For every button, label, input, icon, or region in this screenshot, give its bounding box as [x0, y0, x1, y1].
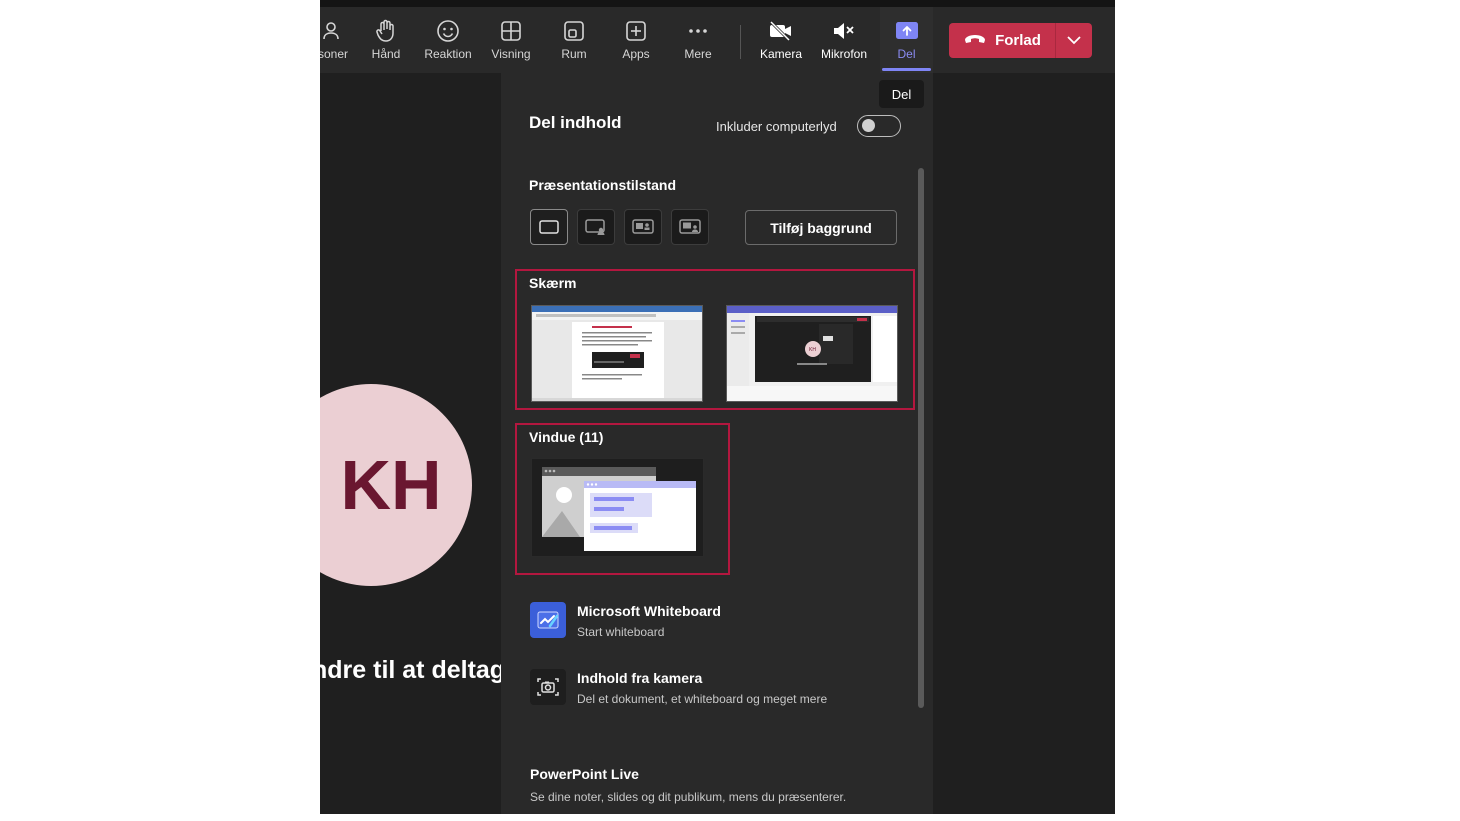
plus-square-icon [625, 19, 647, 43]
presenter-mode-title: Præsentationstilstand [529, 177, 677, 193]
leave-options-dropdown[interactable] [1056, 23, 1092, 58]
window-placeholder-illustration [532, 459, 703, 556]
toolbar-rooms-button[interactable]: Rum [554, 7, 594, 73]
toolbar-separator [740, 25, 741, 59]
panel-scrollbar[interactable] [918, 168, 924, 708]
toolbar-apps-label: Apps [622, 47, 650, 61]
hand-icon [375, 19, 397, 43]
share-content-panel: Del indhold Inkluder computerlyd Præsent… [501, 73, 933, 814]
content-only-icon [539, 220, 559, 234]
phone-hangup-icon [963, 32, 987, 50]
mode-side-by-side-button[interactable] [624, 209, 662, 245]
screen-2-thumbnail[interactable]: KH [726, 305, 898, 402]
smiley-icon [436, 19, 460, 43]
toolbar-people-label: soner [320, 47, 349, 61]
mic-muted-icon [831, 19, 857, 43]
toolbar-hand-button[interactable]: Hånd [364, 7, 408, 73]
add-background-button[interactable]: Tilføj baggrund [745, 210, 897, 245]
toolbar-camera-button[interactable]: Kamera [756, 7, 806, 73]
camera-content-option-subtitle: Del et dokument, et whiteboard og meget … [577, 692, 828, 706]
svg-text:KH: KH [809, 347, 816, 353]
window-section-label: Vindue (11) [529, 429, 604, 445]
share-tooltip: Del [879, 80, 924, 108]
camera-content-option-title[interactable]: Indhold fra kamera [577, 670, 702, 686]
toolbar-view-button[interactable]: Visning [486, 7, 536, 73]
toolbar-view-label: Visning [491, 47, 531, 61]
rooms-icon [563, 19, 585, 43]
people-icon [322, 19, 344, 43]
mode-reporter-button[interactable] [671, 209, 709, 245]
leave-button-group: Forlad [949, 23, 1092, 58]
participant-avatar: KH [320, 384, 472, 586]
toolbar-camera-label: Kamera [759, 47, 803, 61]
screen-1-preview [532, 306, 702, 401]
meeting-toolbar: soner Hånd Reaktion Visning Rum Apps Mer… [320, 7, 1115, 73]
reporter-icon [679, 219, 701, 234]
camera-off-icon [768, 19, 794, 43]
include-audio-toggle[interactable] [857, 115, 901, 137]
include-audio-label: Inkluder computerlyd [716, 119, 837, 134]
camera-content-icon [530, 669, 566, 705]
powerpoint-live-title[interactable]: PowerPoint Live [530, 766, 639, 782]
panel-title: Del indhold [529, 113, 622, 132]
toolbar-more-button[interactable]: Mere [678, 7, 718, 73]
toolbar-microphone-label: Mikrofon [820, 47, 867, 61]
mode-standout-button[interactable] [577, 209, 615, 245]
teams-meeting-window: soner Hånd Reaktion Visning Rum Apps Mer… [320, 0, 1115, 814]
mode-content-only-button[interactable] [530, 209, 568, 245]
grid-icon [500, 19, 522, 43]
title-strip [320, 0, 1115, 7]
whiteboard-option-subtitle: Start whiteboard [577, 625, 665, 639]
screen-section-label: Skærm [529, 275, 577, 291]
active-indicator [882, 68, 931, 71]
toolbar-apps-button[interactable]: Apps [616, 7, 656, 73]
toolbar-share-label: Del [897, 47, 916, 61]
side-by-side-icon [632, 219, 654, 234]
window-thumbnail[interactable] [531, 458, 704, 557]
whiteboard-icon [530, 602, 566, 638]
toolbar-reaction-label: Reaktion [424, 47, 472, 61]
whiteboard-option-title[interactable]: Microsoft Whiteboard [577, 603, 721, 619]
invite-text: ndre til at deltag [320, 656, 506, 684]
avatar-initials: KH [340, 446, 442, 524]
toolbar-microphone-button[interactable]: Mikrofon [816, 7, 872, 73]
chevron-down-icon [1067, 32, 1081, 50]
screen-1-thumbnail[interactable] [531, 305, 703, 402]
toolbar-share-button[interactable]: Del [880, 7, 933, 73]
toolbar-rooms-label: Rum [561, 47, 587, 61]
share-icon [895, 19, 919, 43]
more-icon [687, 19, 709, 43]
screen-2-preview: KH [727, 306, 897, 401]
toolbar-reaction-button[interactable]: Reaktion [420, 7, 476, 73]
toolbar-more-label: Mere [684, 47, 712, 61]
leave-label: Forlad [995, 32, 1041, 49]
toolbar-hand-label: Hånd [371, 47, 401, 61]
leave-button[interactable]: Forlad [949, 23, 1055, 58]
toolbar-people-button[interactable]: soner [320, 7, 354, 73]
standout-icon [585, 219, 605, 235]
powerpoint-live-subtitle: Se dine noter, slides og dit publikum, m… [530, 790, 847, 804]
toggle-knob [862, 119, 875, 132]
